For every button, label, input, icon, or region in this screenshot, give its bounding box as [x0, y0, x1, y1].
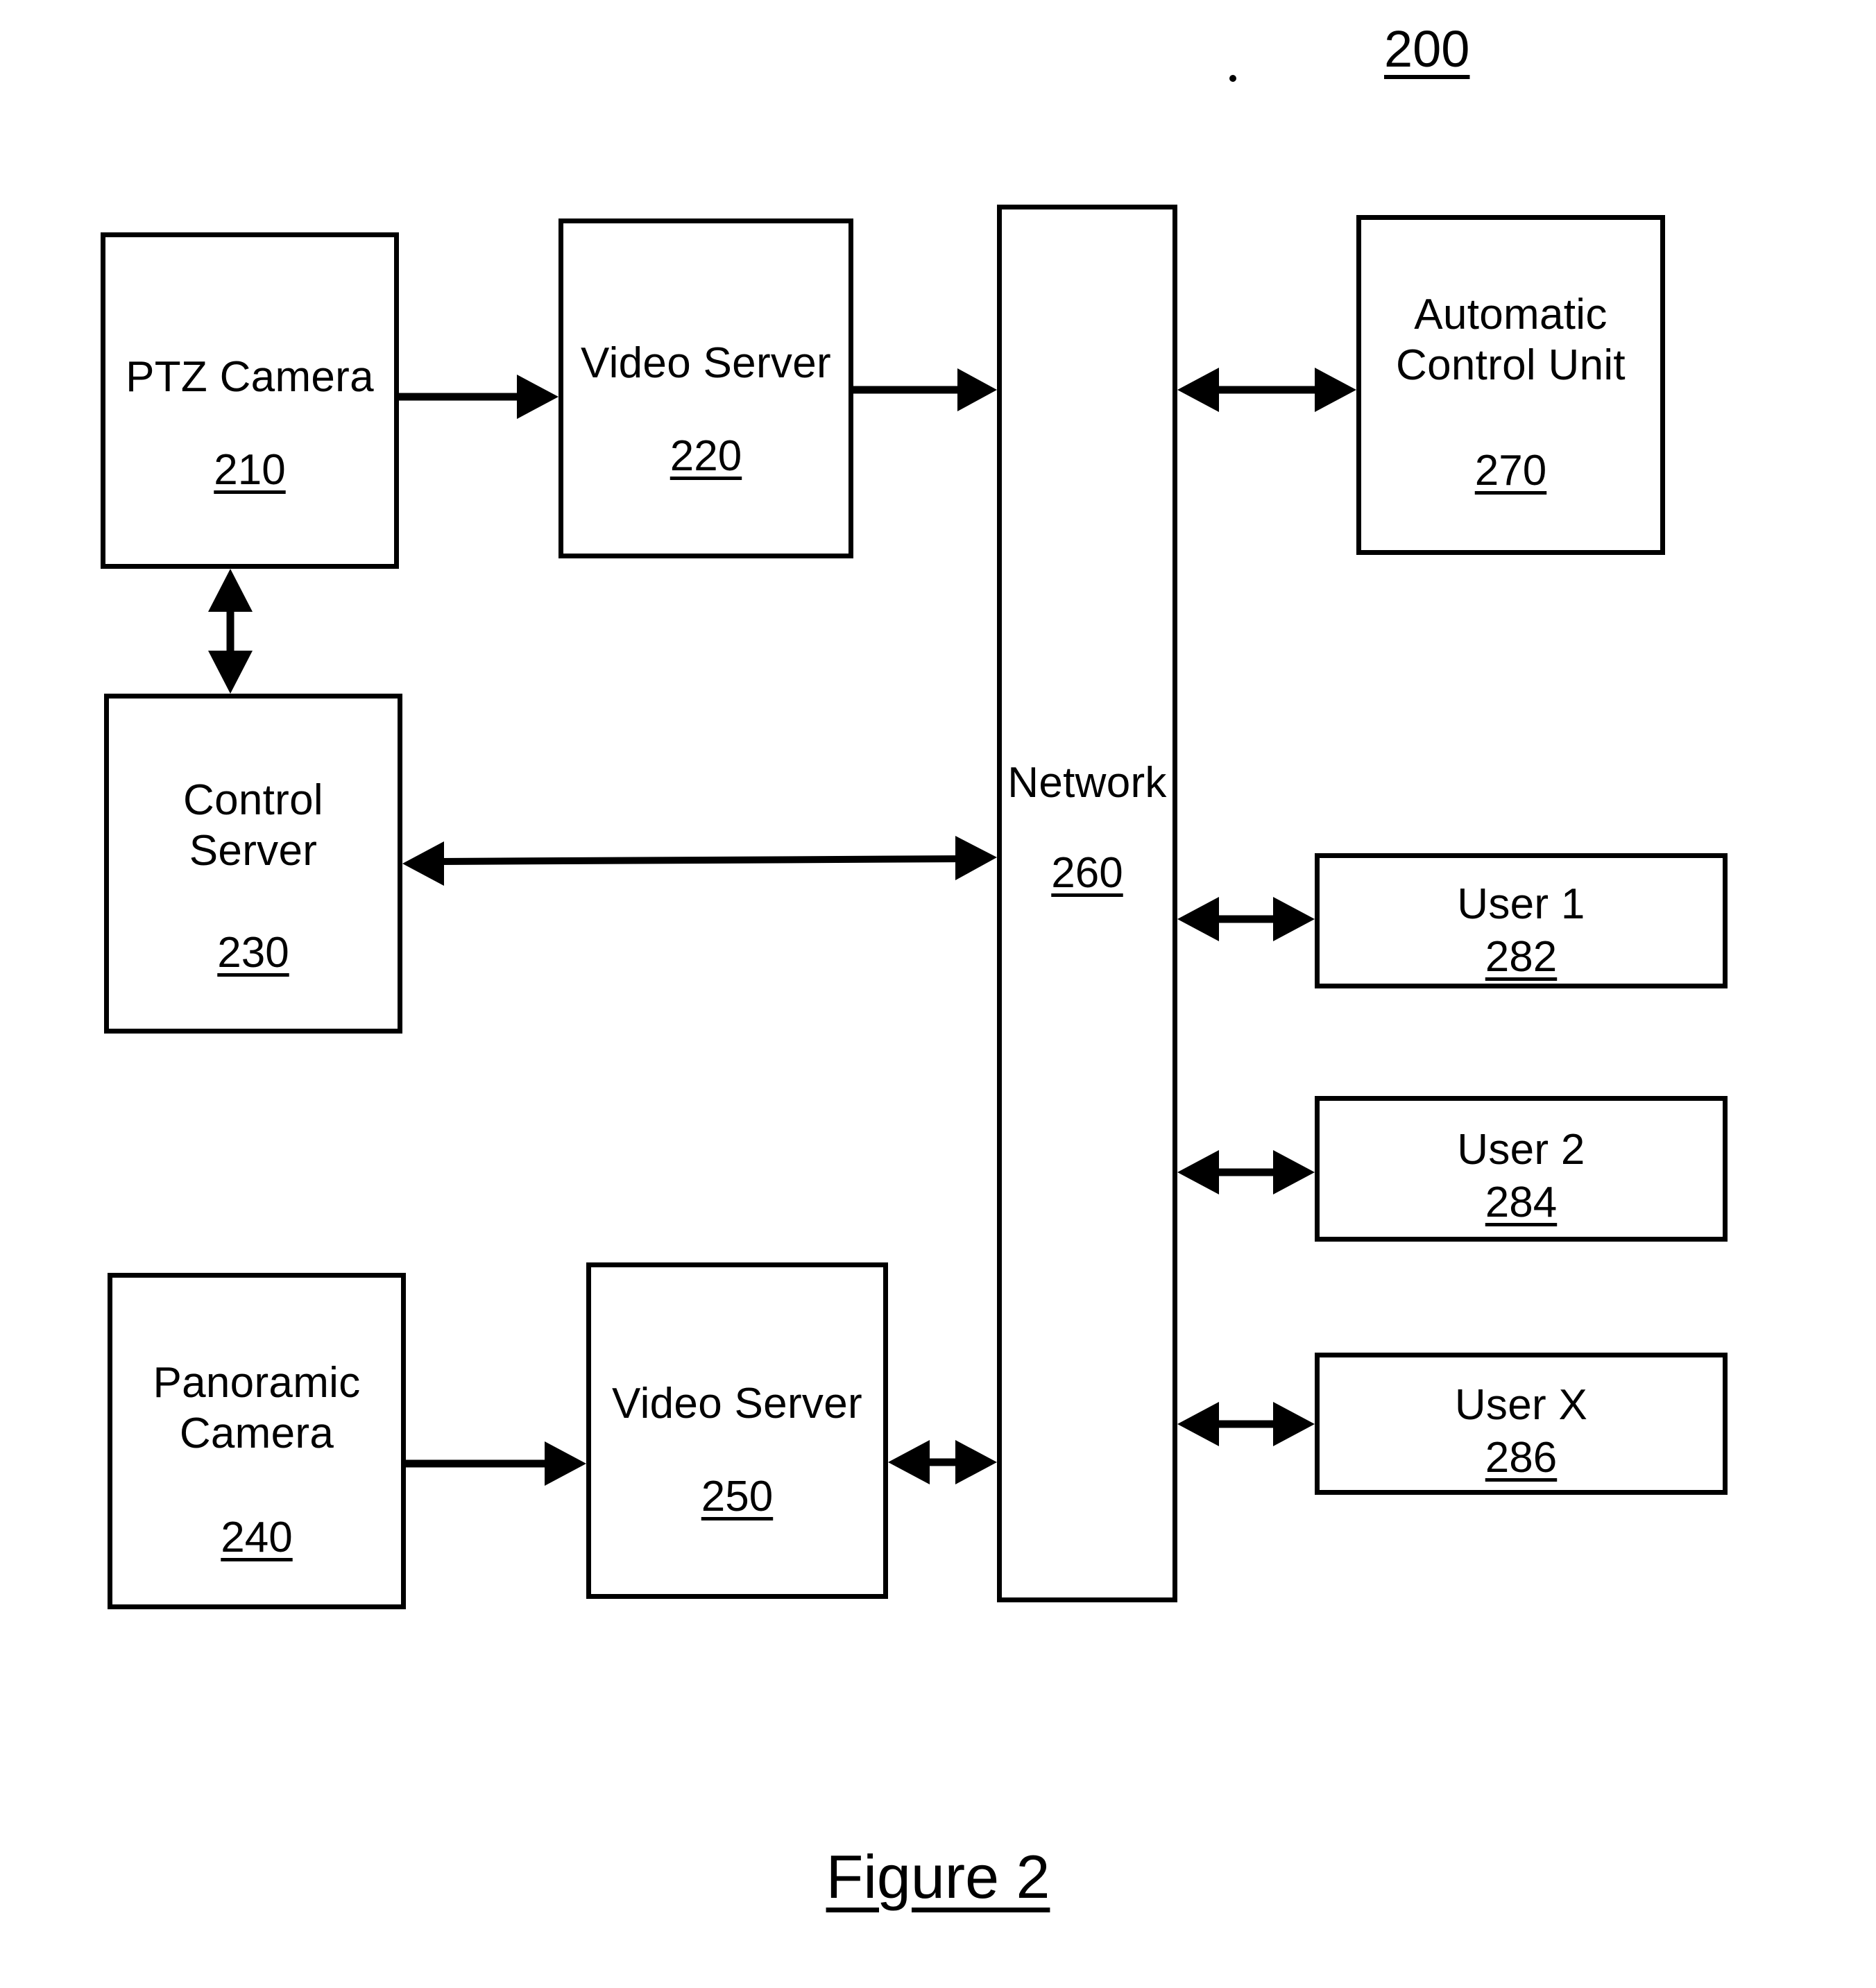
connector-network-to-user-x	[1177, 1402, 1315, 1446]
connector-video-server-220-to-network	[853, 368, 997, 411]
figure-caption-text: Figure 2	[826, 1842, 1050, 1911]
block-title: User X	[1454, 1381, 1588, 1429]
block-title: User 1	[1457, 880, 1585, 928]
block-title: Video Server	[581, 339, 831, 387]
block-ptz-camera[interactable]: PTZ Camera 210	[101, 232, 399, 569]
block-reference-numeral: 260	[1051, 849, 1123, 898]
block-reference-numeral: 210	[214, 446, 286, 495]
block-reference-numeral: 270	[1474, 447, 1547, 495]
block-title: Video Server	[612, 1380, 862, 1428]
connector-ptz-to-video-server-220	[399, 375, 558, 419]
block-reference-numeral: 250	[701, 1473, 774, 1521]
block-user-2[interactable]: User 2 284	[1315, 1096, 1728, 1242]
block-reference-numeral: 220	[670, 432, 742, 481]
block-user-1[interactable]: User 1 282	[1315, 853, 1728, 988]
connector-ptz-to-control-server	[208, 569, 253, 694]
block-reference-numeral: 284	[1485, 1179, 1558, 1227]
block-reference-numeral: 286	[1485, 1434, 1558, 1482]
assembly-reference-numeral: 200	[1384, 20, 1470, 78]
block-network[interactable]: Network 260	[997, 205, 1177, 1602]
connector-control-server-to-network	[402, 836, 997, 886]
connector-video-server-250-to-network	[888, 1440, 997, 1484]
block-video-server-220[interactable]: Video Server 220	[558, 218, 853, 558]
block-title: PTZ Camera	[126, 353, 374, 401]
connector-network-to-automatic-control-unit	[1177, 368, 1356, 412]
block-video-server-250[interactable]: Video Server 250	[586, 1262, 888, 1599]
connector-network-to-user-1	[1177, 897, 1315, 941]
block-title: Network	[1007, 759, 1167, 807]
stray-ink-dot	[1229, 75, 1236, 82]
block-automatic-control-unit[interactable]: Automatic Control Unit 270	[1356, 215, 1665, 555]
figure-canvas: 200 PTZ Camera 210 Video Server 220 Cont…	[0, 0, 1876, 1988]
block-reference-numeral: 240	[221, 1514, 293, 1562]
block-reference-numeral: 230	[217, 929, 289, 977]
block-reference-numeral: 282	[1485, 933, 1558, 982]
block-title: User 2	[1457, 1126, 1585, 1174]
block-control-server[interactable]: Control Server 230	[104, 694, 402, 1034]
connector-panoramic-to-video-server-250	[406, 1441, 586, 1486]
block-title: Automatic Control Unit	[1396, 291, 1626, 390]
connector-network-to-user-2	[1177, 1150, 1315, 1194]
figure-caption: Figure 2	[0, 1842, 1876, 1912]
block-title: Panoramic Camera	[153, 1359, 361, 1458]
block-title: Control Server	[183, 776, 323, 875]
block-user-x[interactable]: User X 286	[1315, 1353, 1728, 1495]
block-panoramic-camera[interactable]: Panoramic Camera 240	[108, 1273, 406, 1609]
